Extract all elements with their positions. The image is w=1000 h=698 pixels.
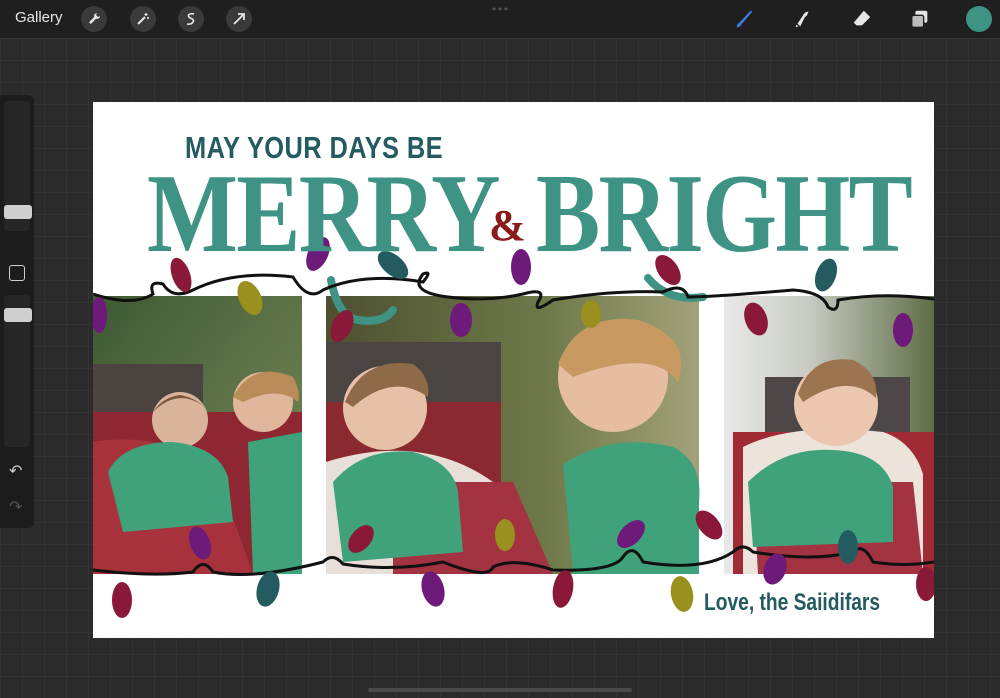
smudge-icon[interactable] bbox=[789, 5, 817, 33]
left-sidebar: ↶ ↷ bbox=[0, 95, 34, 528]
color-picker-button[interactable] bbox=[966, 6, 992, 32]
card-ampersand: & bbox=[489, 201, 526, 250]
layers-icon[interactable] bbox=[906, 5, 934, 33]
brush-size-knob[interactable] bbox=[4, 205, 32, 219]
gallery-button[interactable]: Gallery bbox=[15, 9, 63, 26]
wrench-icon[interactable] bbox=[81, 6, 107, 32]
artwork-canvas[interactable]: MAY YOUR DAYS BE MERRY & BRIGHT Love, th… bbox=[93, 102, 934, 638]
modify-button[interactable] bbox=[9, 265, 25, 281]
card-headline-merry: MERRY bbox=[147, 152, 501, 276]
brush-icon[interactable] bbox=[731, 5, 759, 33]
home-indicator bbox=[368, 688, 632, 692]
transform-arrow-icon[interactable] bbox=[226, 6, 252, 32]
undo-icon[interactable]: ↶ bbox=[9, 461, 22, 481]
top-toolbar: Gallery bbox=[0, 0, 1000, 38]
card-signature: Love, the Saiidifars bbox=[704, 589, 881, 616]
card-headline-bright: BRIGHT bbox=[536, 152, 913, 276]
drag-handle-icon[interactable] bbox=[490, 6, 510, 12]
redo-icon[interactable]: ↷ bbox=[9, 497, 22, 517]
selection-icon[interactable] bbox=[178, 6, 204, 32]
opacity-knob[interactable] bbox=[4, 308, 32, 322]
eraser-icon[interactable] bbox=[848, 5, 876, 33]
magic-wand-icon[interactable] bbox=[130, 6, 156, 32]
